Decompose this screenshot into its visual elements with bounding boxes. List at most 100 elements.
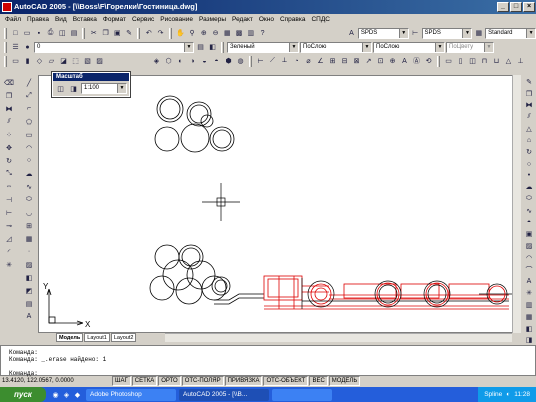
mirror-icon[interactable]: ⧓ — [4, 103, 15, 114]
preview-icon[interactable]: ◫ — [57, 28, 68, 39]
menu-help[interactable]: Справка — [277, 14, 309, 26]
center-mark-icon[interactable]: ⊕ — [387, 56, 398, 67]
drawing-area[interactable]: Y X — [38, 75, 521, 333]
grid-toggle[interactable]: СЕТКА — [131, 376, 158, 386]
tool-icon[interactable]: ◇ — [34, 56, 45, 67]
array-icon[interactable]: ⁘ — [4, 129, 15, 140]
3d-box-icon[interactable]: ⬡ — [163, 56, 174, 67]
paste-icon[interactable]: ▣ — [112, 28, 123, 39]
menu-file[interactable]: Файл — [2, 14, 24, 26]
menu-draw[interactable]: Рисование — [157, 14, 196, 26]
publish-icon[interactable]: ▤ — [69, 28, 80, 39]
spds-tool-icon[interactable]: ⊥ — [515, 56, 526, 67]
tool-icon[interactable]: ⬚ — [70, 56, 81, 67]
properties-icon[interactable]: ▦ — [222, 28, 233, 39]
coordinate-readout[interactable]: 13.4120, 122.0567, 0.0000 — [2, 376, 112, 387]
tab-layout2[interactable]: Layout2 — [110, 333, 137, 342]
text-icon[interactable]: A — [524, 277, 535, 287]
lineweight-toggle[interactable]: ВЕС — [309, 376, 328, 386]
explode-icon[interactable]: ✳ — [524, 288, 535, 298]
toolbar-grip[interactable] — [4, 27, 7, 39]
polar-toggle[interactable]: ОТС-ПОЛЯР — [181, 376, 224, 386]
dimension-edit-icon[interactable]: A — [399, 56, 410, 67]
spds-tool-icon[interactable]: ⊓ — [479, 56, 490, 67]
command-line[interactable]: Команда: Команда: _.erase найдено: 1 Ком… — [0, 345, 536, 377]
tool-icon[interactable]: ▱ — [46, 56, 57, 67]
menu-dimension[interactable]: Размеры — [196, 14, 229, 26]
dimension-baseline-icon[interactable]: ⊟ — [339, 56, 350, 67]
otrack-toggle[interactable]: ОТС-ОБЪЕКТ — [263, 376, 309, 386]
quick-dimension-icon[interactable]: ⊞ — [327, 56, 338, 67]
insert-block-icon[interactable]: ⊞ — [24, 220, 35, 231]
arc-icon[interactable]: ◠ — [24, 142, 35, 153]
move-icon[interactable]: ✥ — [4, 142, 15, 153]
quick-launch-icon[interactable]: ◈ — [61, 389, 72, 400]
dimension-update-icon[interactable]: ⟲ — [423, 56, 434, 67]
layer-icon[interactable]: ▥ — [524, 300, 535, 310]
scale-set-icon[interactable]: ◫ — [55, 83, 66, 94]
stretch-icon[interactable]: ⇔ — [4, 181, 15, 192]
fillet-icon[interactable]: ⌒ — [524, 265, 535, 275]
menu-insert[interactable]: Вставка — [70, 14, 100, 26]
lineweight-select[interactable]: ПоСлою ▼ — [373, 41, 445, 53]
text-style-select[interactable]: SPDS ▼ — [357, 27, 409, 39]
pan-icon[interactable]: ✋ — [175, 28, 186, 39]
scale-palette[interactable]: Масштаб ◫ ◨ 1:100 ▼ — [51, 71, 131, 98]
print-icon[interactable]: ⎙ — [45, 28, 56, 39]
copy-icon[interactable]: ❐ — [524, 89, 535, 99]
vertical-scrollbar[interactable] — [512, 75, 521, 333]
dim-style-select[interactable]: SPDS ▼ — [421, 27, 473, 39]
new-icon[interactable]: □ — [10, 28, 21, 39]
taskbar-photoshop[interactable]: Adobe Photoshop — [86, 388, 176, 401]
dimension-continue-icon[interactable]: ⊠ — [351, 56, 362, 67]
tool-icon[interactable]: ◨ — [524, 335, 535, 345]
rotate-icon[interactable]: ↻ — [4, 155, 15, 166]
break-icon[interactable]: ⊸ — [4, 220, 15, 231]
menu-edit[interactable]: Правка — [24, 14, 52, 26]
move-icon[interactable]: ⌂ — [524, 136, 535, 146]
arc-icon[interactable]: ◠ — [524, 253, 535, 263]
mtext-icon[interactable]: A — [24, 311, 35, 322]
menu-window[interactable]: Окно — [256, 14, 277, 26]
circle-icon[interactable]: ○ — [24, 155, 35, 166]
save-icon[interactable]: ▪ — [33, 28, 44, 39]
dimension-radius-icon[interactable]: ◔ — [291, 56, 302, 67]
dimension-diameter-icon[interactable]: ⌀ — [303, 56, 314, 67]
tool-icon[interactable]: ◧ — [524, 324, 535, 334]
dimension-text-edit-icon[interactable]: Ⓐ — [411, 56, 422, 67]
spds-tool-icon[interactable]: △ — [503, 56, 514, 67]
zoom-window-icon[interactable]: ⊕ — [198, 28, 209, 39]
leader-icon[interactable]: ↗ — [363, 56, 374, 67]
table-style-select[interactable]: Standard ▼ — [485, 27, 536, 39]
polygon-icon[interactable]: ⬠ — [24, 116, 35, 127]
menu-modify[interactable]: Редакт — [229, 14, 256, 26]
tool-icon[interactable]: ▧ — [82, 56, 93, 67]
toolbar-grip[interactable] — [4, 41, 7, 53]
shade-icon[interactable]: ◈ — [151, 56, 162, 67]
construction-line-icon[interactable]: ⤢ — [24, 90, 35, 101]
layer-select[interactable]: 0 ▼ — [34, 41, 194, 53]
tray-icon[interactable]: ◐ — [506, 387, 510, 402]
array-icon[interactable]: △ — [524, 124, 535, 134]
tab-model[interactable]: Модель — [56, 333, 84, 342]
table-icon[interactable]: ▦ — [524, 312, 535, 322]
fillet-icon[interactable]: ◜ — [4, 246, 15, 257]
menu-tools[interactable]: Сервис — [129, 14, 157, 26]
chamfer-icon[interactable]: ◿ — [4, 233, 15, 244]
3d-view-icon[interactable]: ⬢ — [223, 56, 234, 67]
quick-launch-icon[interactable]: ◆ — [72, 389, 83, 400]
match-properties-icon[interactable]: ✎ — [124, 28, 135, 39]
extend-icon[interactable]: ⊢ — [4, 207, 15, 218]
minimize-button[interactable]: _ — [497, 2, 509, 12]
3d-view-icon[interactable]: ◒ — [199, 56, 210, 67]
ortho-toggle[interactable]: ОРТО — [158, 376, 181, 386]
block-icon[interactable]: ▣ — [524, 230, 535, 240]
zoom-realtime-icon[interactable]: ⚲ — [187, 28, 198, 39]
help-icon[interactable]: ? — [257, 28, 268, 39]
rotate-icon[interactable]: ↻ — [524, 147, 535, 157]
dimension-ordinate-icon[interactable]: ⟂ — [279, 56, 290, 67]
spds-tool-icon[interactable]: ▭ — [443, 56, 454, 67]
offset-icon[interactable]: ⫽ — [524, 112, 535, 122]
dimension-aligned-icon[interactable]: ⟋ — [267, 56, 278, 67]
cut-icon[interactable]: ✂ — [88, 28, 99, 39]
